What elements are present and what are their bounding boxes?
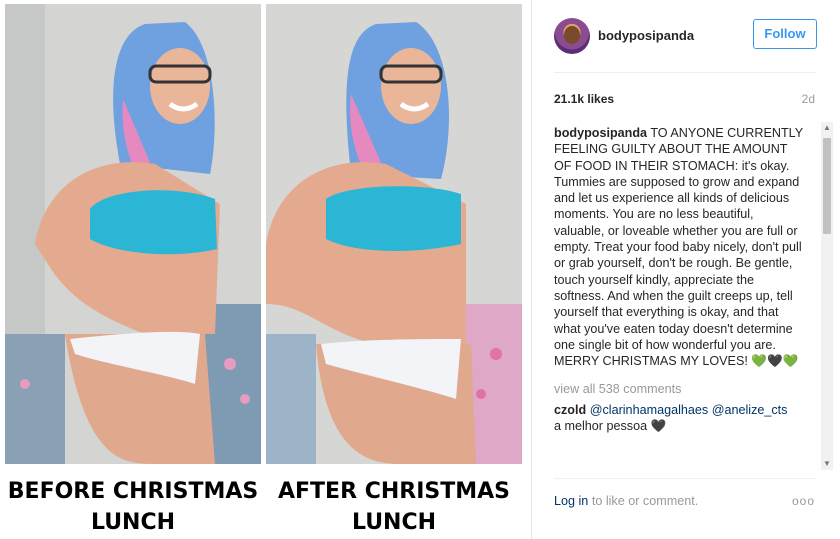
before-caption-line-2: LUNCH	[90, 510, 176, 535]
comment-text: a melhor pessoa 🖤	[554, 419, 667, 434]
post-age: 2d	[801, 92, 815, 106]
avatar[interactable]	[554, 18, 590, 54]
before-caption-line-1: BEFORE CHRISTMAS	[7, 479, 259, 504]
comment-mention[interactable]: @anelize_cts	[712, 403, 788, 417]
post-sidebar: bodyposipanda Follow 21.1k likes 2d body…	[531, 0, 840, 539]
scroll-down-icon[interactable]: ▼	[821, 458, 833, 470]
post-caption: bodyposipanda TO ANYONE CURRENTLY FEELIN…	[554, 125, 804, 369]
after-caption-line-2: LUNCH	[351, 510, 437, 535]
scroll-up-icon[interactable]: ▲	[821, 122, 833, 134]
after-caption: AFTER CHRISTMAS LUNCH	[266, 476, 522, 538]
caption-text: TO ANYONE CURRENTLY FEELING GUILTY ABOUT…	[554, 126, 803, 369]
comment-list[interactable]: bodyposipanda TO ANYONE CURRENTLY FEELIN…	[554, 125, 804, 471]
footer-divider	[554, 478, 817, 479]
follow-button[interactable]: Follow	[753, 19, 817, 49]
login-link[interactable]: Log in	[554, 494, 588, 508]
comment-item: czold @clarinhamagalhaes @anelize_cts a …	[554, 402, 804, 435]
comment-mention[interactable]: @clarinhamagalhaes	[590, 403, 709, 417]
header-divider	[554, 72, 817, 73]
comments-scrollbar[interactable]: ▲ ▼	[821, 122, 833, 470]
more-options-icon[interactable]: ooo	[792, 494, 815, 508]
username-link[interactable]: bodyposipanda	[598, 28, 694, 43]
photo-area: BEFORE CHRISTMAS LUNCH AFTER CHRISTMAS L…	[0, 0, 530, 539]
comment-username[interactable]: czold	[554, 403, 586, 417]
login-prompt-text: to like or comment.	[588, 494, 699, 508]
likes-count[interactable]: 21.1k likes	[554, 92, 614, 106]
login-prompt: Log in to like or comment.	[554, 494, 817, 508]
post-header: bodyposipanda Follow	[554, 18, 817, 54]
before-caption: BEFORE CHRISTMAS LUNCH	[5, 476, 261, 538]
after-photo	[266, 4, 522, 464]
view-all-comments-link[interactable]: view all 538 comments	[554, 381, 804, 397]
before-photo	[5, 4, 261, 464]
scrollbar-thumb[interactable]	[823, 138, 831, 234]
after-caption-line-1: AFTER CHRISTMAS	[278, 479, 510, 504]
caption-username[interactable]: bodyposipanda	[554, 126, 647, 140]
